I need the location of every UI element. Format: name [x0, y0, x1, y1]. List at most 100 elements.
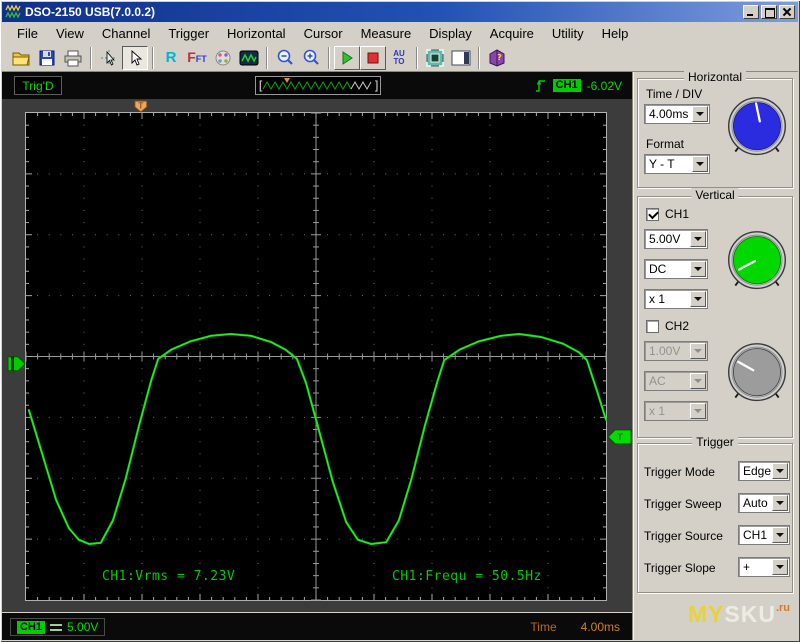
- cursor-measure-button[interactable]: [96, 46, 122, 70]
- ch1-knob[interactable]: [724, 229, 790, 298]
- pointer-arrow-icon: [131, 49, 143, 66]
- auto-setup-button[interactable]: AU TO: [386, 46, 412, 70]
- ch1-volts-select-arrow[interactable]: [690, 231, 706, 247]
- menu-view[interactable]: View: [47, 24, 93, 43]
- measurement-vrms: CH1:Vrms = 7.23V: [102, 569, 235, 584]
- chevron-down-icon: [696, 112, 704, 120]
- trigger-group: Trigger Trigger Mode Edge Trigger Sweep Aut…: [637, 435, 793, 593]
- ch1-checkbox-label: CH1: [665, 207, 690, 221]
- open-button[interactable]: [8, 46, 34, 70]
- horizontal-group: Horizontal Time / DIV 4.00ms Format Y - …: [637, 70, 793, 188]
- chevron-down-icon: [694, 349, 702, 357]
- time-div-select-arrow[interactable]: [692, 106, 708, 122]
- trigger-rows: Trigger Mode Edge Trigger Sweep Auto Trigger…: [638, 456, 792, 584]
- self-calibration-button[interactable]: [422, 46, 448, 70]
- horizontal-knob[interactable]: [724, 95, 790, 164]
- app-window: DSO-2150 USB(7.0.0.2) File View Channel Tri…: [0, 0, 800, 642]
- timebase-readout: Time 4.00ms: [522, 618, 628, 636]
- ch1-coupling-select[interactable]: DC: [644, 259, 708, 279]
- ch2-volts-select-arrow: [690, 343, 706, 359]
- open-folder-icon: [12, 52, 30, 65]
- scope-area: Trig'D [] CH1 -6.02V T T CH1:Vrms = 7.23V C…: [2, 72, 632, 640]
- auto-icon: AU TO: [393, 48, 405, 66]
- stop-button[interactable]: [360, 45, 386, 70]
- trigger-level-label: T: [616, 433, 623, 443]
- ch2-checkbox[interactable]: CH2: [646, 319, 689, 333]
- window-layout-button[interactable]: [448, 46, 474, 70]
- stop-icon: [367, 52, 379, 63]
- trigger-sweep-select-arrow[interactable]: [772, 495, 788, 511]
- zoom-out-button[interactable]: [272, 46, 298, 70]
- maximize-button[interactable]: [761, 5, 777, 19]
- toolbar: R FFT AU TO ?: [2, 44, 798, 72]
- ch2-checkbox-box[interactable]: [646, 319, 659, 333]
- ch1-checkbox-box[interactable]: [646, 207, 659, 221]
- trigger-group-title: Trigger: [692, 435, 738, 449]
- trigger-sweep-row: Trigger Sweep Auto: [638, 488, 792, 520]
- toolbar-separator: [328, 46, 330, 69]
- trigger-mode-select[interactable]: Edge: [738, 461, 790, 481]
- display-color-button[interactable]: [210, 46, 236, 70]
- trigger-slope-select[interactable]: +: [738, 557, 790, 577]
- menu-horizontal[interactable]: Horizontal: [218, 24, 295, 43]
- menu-file[interactable]: File: [8, 24, 47, 43]
- fft-button[interactable]: FFT: [184, 46, 210, 70]
- window-layout-icon: [451, 50, 471, 65]
- trigger-mode-select-arrow[interactable]: [772, 463, 788, 479]
- control-panel: Horizontal Time / DIV 4.00ms Format Y - …: [632, 70, 798, 640]
- format-select-arrow[interactable]: [692, 156, 708, 172]
- print-button[interactable]: [60, 46, 86, 70]
- trigger-preview[interactable]: []: [255, 76, 381, 95]
- ch1-coupling-select-arrow[interactable]: [690, 261, 706, 277]
- start-button[interactable]: [334, 45, 360, 70]
- trigger-source-select[interactable]: CH1: [738, 525, 790, 545]
- trigger-slope-select-arrow[interactable]: [772, 559, 788, 575]
- menu-help[interactable]: Help: [593, 24, 638, 43]
- reference-button[interactable]: R: [158, 46, 184, 70]
- trigger-source-select-arrow[interactable]: [772, 527, 788, 543]
- waveform-window-button[interactable]: [236, 46, 262, 70]
- save-floppy-icon: [39, 50, 55, 65]
- title-bar: DSO-2150 USB(7.0.0.2): [2, 2, 798, 22]
- trigger-level-value: -6.02V: [586, 78, 622, 93]
- time-div-select[interactable]: 4.00ms: [644, 104, 710, 124]
- time-div-label: Time / DIV: [646, 87, 703, 101]
- zoom-in-button[interactable]: [298, 46, 324, 70]
- dc-coupling-icon: [50, 623, 63, 632]
- format-select[interactable]: Y - T: [644, 154, 710, 174]
- ch1-probe-select[interactable]: x 1: [644, 289, 708, 309]
- ch2-checkbox-label: CH2: [665, 319, 690, 333]
- preview-trigger-marker[interactable]: [284, 78, 290, 83]
- close-button[interactable]: [779, 5, 795, 19]
- pointer-button[interactable]: [122, 45, 148, 70]
- ch1-volts-select[interactable]: 5.00V: [644, 229, 708, 249]
- menu-utility[interactable]: Utility: [543, 24, 593, 43]
- ch1-volts-per-div: 5.00V: [67, 620, 99, 634]
- trigger-sweep-select[interactable]: Auto: [738, 493, 790, 513]
- menu-cursor[interactable]: Cursor: [295, 24, 352, 43]
- menu-bar: File View Channel Trigger Horizontal Cursor Me…: [2, 22, 798, 44]
- scope-display: T T CH1:Vrms = 7.23V CH1:Frequ = 50.5Hz: [2, 99, 632, 612]
- menu-display[interactable]: Display: [420, 24, 481, 43]
- trigger-source-row: Trigger Source CH1: [638, 520, 792, 552]
- menu-channel[interactable]: Channel: [93, 24, 159, 43]
- ch1-badge: CH1: [17, 620, 46, 634]
- chevron-down-icon: [776, 565, 784, 573]
- save-button[interactable]: [34, 46, 60, 70]
- trigger-mode-label: Trigger Mode: [644, 465, 715, 479]
- help-button[interactable]: ?: [484, 46, 510, 70]
- ch2-knob[interactable]: [724, 341, 790, 410]
- minimize-button[interactable]: [743, 5, 759, 19]
- play-icon: [342, 50, 353, 65]
- toolbar-separator: [266, 46, 268, 69]
- menu-acquire[interactable]: Acquire: [481, 24, 543, 43]
- fft-icon: FFT: [187, 48, 207, 65]
- top-status-bar: Trig'D [] CH1 -6.02V: [2, 72, 632, 99]
- rising-edge-icon: [535, 79, 545, 92]
- trigger-position-label: T: [137, 102, 143, 111]
- menu-trigger[interactable]: Trigger: [159, 24, 218, 43]
- ch1-checkbox[interactable]: CH1: [646, 207, 689, 221]
- ch1-probe-select-arrow[interactable]: [690, 291, 706, 307]
- measurement-freq: CH1:Frequ = 50.5Hz: [392, 569, 542, 584]
- menu-measure[interactable]: Measure: [352, 24, 421, 43]
